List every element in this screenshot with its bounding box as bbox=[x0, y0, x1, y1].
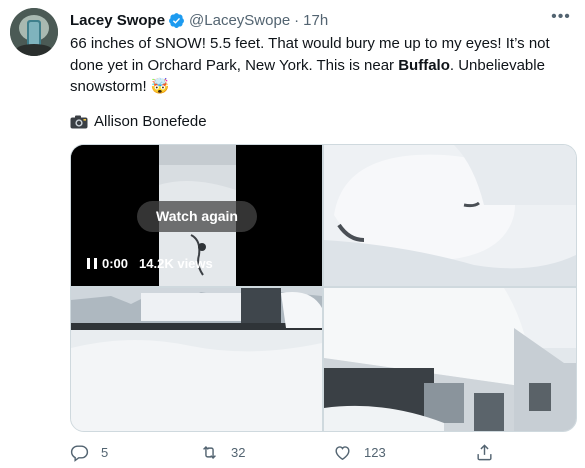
retweet-icon bbox=[203, 445, 216, 459]
media-grid: Watch again 0:00 14.2K views bbox=[70, 144, 577, 432]
video-time: 0:00 bbox=[102, 256, 129, 271]
retweet-button[interactable]: 32 bbox=[200, 441, 245, 463]
watch-again-button[interactable]: Watch again bbox=[137, 201, 257, 232]
tweet-timestamp[interactable]: 17h bbox=[303, 12, 328, 29]
photo-credit: Allison Bonefede bbox=[70, 112, 207, 132]
video-player[interactable]: Watch again 0:00 14.2K views bbox=[71, 145, 322, 286]
tweet-card[interactable]: Lacey Swope @LaceySwope · 17h ••• 66 inc… bbox=[0, 0, 585, 468]
more-options-icon[interactable]: ••• bbox=[551, 9, 571, 29]
like-button[interactable]: 123 bbox=[333, 441, 386, 463]
reply-button[interactable]: 5 bbox=[70, 441, 108, 463]
heart-icon bbox=[335, 445, 350, 460]
video-stats: 0:00 14.2K views bbox=[87, 256, 213, 271]
action-bar: 5 32 123 bbox=[70, 441, 575, 463]
author-name[interactable]: Lacey Swope bbox=[70, 12, 165, 29]
reply-count: 5 bbox=[101, 444, 109, 460]
pause-icon[interactable] bbox=[87, 258, 97, 269]
retweet-count: 32 bbox=[231, 444, 246, 460]
share-button[interactable] bbox=[475, 441, 506, 463]
camera-icon bbox=[70, 115, 88, 129]
verified-badge-icon bbox=[168, 12, 185, 29]
photo-credit-name: Allison Bonefede bbox=[94, 113, 207, 130]
tweet-text-bold-link[interactable]: Buffalo bbox=[398, 57, 450, 74]
like-count: 123 bbox=[364, 444, 386, 460]
tweet-text: 66 inches of SNOW! 5.5 feet. That would … bbox=[70, 33, 570, 98]
avatar[interactable] bbox=[10, 8, 58, 56]
reply-icon bbox=[70, 444, 89, 462]
share-icon bbox=[477, 443, 492, 460]
photo-snow-drift[interactable] bbox=[324, 145, 576, 286]
photo-snowy-house[interactable] bbox=[324, 288, 576, 431]
tweet-header: Lacey Swope @LaceySwope · 17h bbox=[70, 10, 328, 30]
separator-dot: · bbox=[294, 11, 300, 29]
video-views: 14.2K views bbox=[139, 256, 213, 271]
photo-snowy-street[interactable] bbox=[71, 288, 322, 431]
author-handle[interactable]: @LaceySwope bbox=[189, 12, 290, 29]
